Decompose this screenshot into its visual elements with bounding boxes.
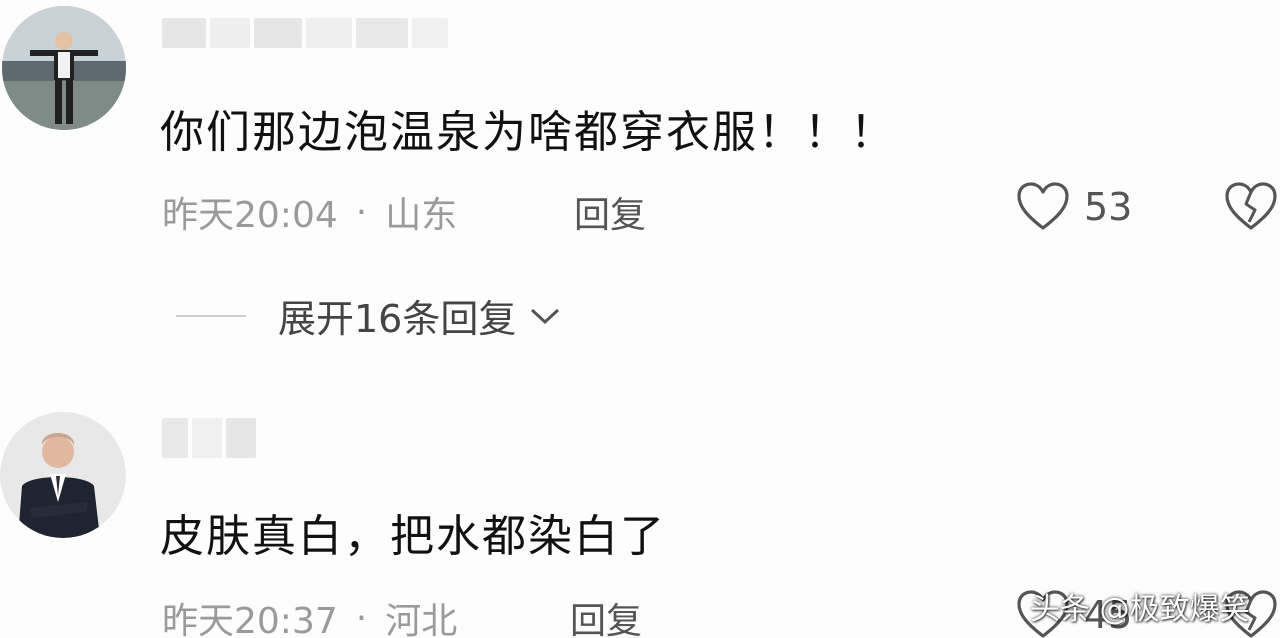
avatar[interactable] <box>0 412 126 538</box>
comment-meta: 昨天20:04 · 山东 <box>162 186 457 238</box>
comment-location: 山东 <box>385 195 458 236</box>
comment-time: 昨天20:37 <box>162 601 338 638</box>
username[interactable] <box>162 418 256 458</box>
comment-text: 皮肤真白，把水都染白了 <box>160 511 666 562</box>
divider <box>176 314 246 317</box>
meta-separator: · <box>355 597 368 638</box>
chevron-down-icon <box>531 308 560 324</box>
username[interactable] <box>162 18 448 48</box>
comment-text: 你们那边泡温泉为啥都穿衣服！！！ <box>160 107 896 158</box>
comment-meta: 昨天20:37 · 河北 <box>162 592 457 638</box>
expand-replies-button[interactable]: 展开16条回复 <box>176 288 562 343</box>
reply-button[interactable]: 回复 <box>570 592 642 638</box>
comment-location: 河北 <box>385 601 458 638</box>
comment-time: 昨天20:04 <box>162 195 338 236</box>
dislike-button[interactable] <box>1224 182 1278 236</box>
heart-outline-icon <box>1017 182 1069 230</box>
reply-button[interactable]: 回复 <box>574 186 646 238</box>
expand-replies-label: 展开16条回复 <box>278 297 517 341</box>
watermark: 头条 @极致爆笑 <box>1030 592 1250 627</box>
like-button[interactable]: 53 <box>1016 182 1132 232</box>
meta-separator: · <box>355 191 368 233</box>
broken-heart-icon <box>1225 182 1277 230</box>
like-count: 53 <box>1084 185 1133 229</box>
comment-list: 你们那边泡温泉为啥都穿衣服！！！ 昨天20:04 · 山东 回复 53 展开16… <box>0 0 1280 638</box>
avatar[interactable] <box>2 6 126 130</box>
